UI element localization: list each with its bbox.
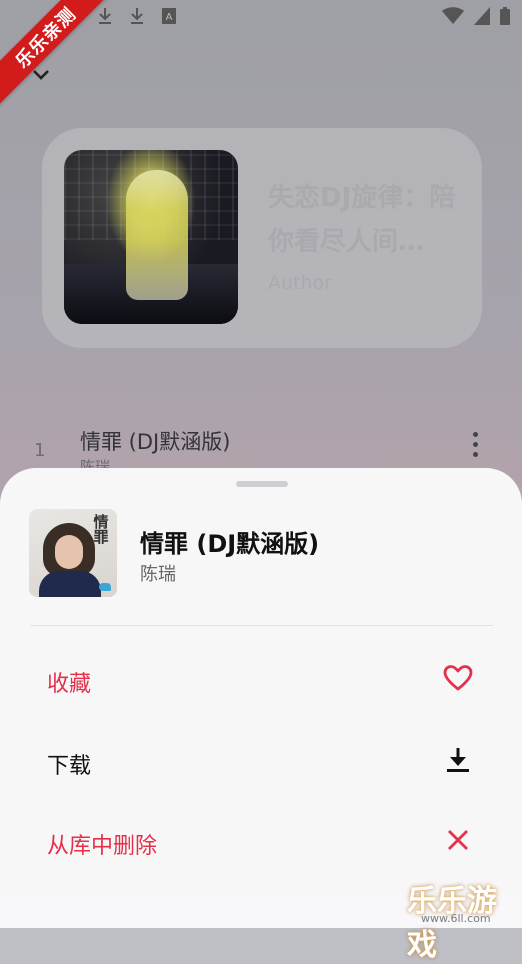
close-icon <box>440 822 476 858</box>
divider <box>30 625 493 626</box>
chevron-down-icon[interactable] <box>30 64 52 86</box>
album-title: 失恋DJ旋律：陪你看尽人间… <box>268 183 456 257</box>
wifi-icon <box>442 7 464 29</box>
remove-from-library-label: 从库中删除 <box>47 834 158 859</box>
heart-icon <box>440 660 476 696</box>
track-number: 1 <box>34 440 46 461</box>
sheet-drag-handle[interactable] <box>236 481 288 487</box>
svg-text:A: A <box>166 12 173 23</box>
track-cover-image: 情罪 <box>29 509 117 597</box>
download-label: 下载 <box>47 754 92 779</box>
cellular-signal-icon <box>474 7 490 29</box>
track-title: 情罪 (DJ默涵版) <box>80 430 231 454</box>
battery-icon <box>500 7 510 29</box>
album-author: Author <box>268 272 332 294</box>
favorite-label: 收藏 <box>47 672 92 697</box>
track-options-sheet: 情罪 情罪 (DJ默涵版) 陈瑞 收藏 下载 从库中删除 <box>0 468 522 928</box>
remove-from-library-button[interactable]: 从库中删除 <box>0 812 522 872</box>
watermark-url: www.6ll.com <box>421 912 491 925</box>
more-options-icon[interactable] <box>470 432 480 460</box>
sheet-track-title: 情罪 (DJ默涵版) <box>140 530 320 558</box>
favorite-button[interactable]: 收藏 <box>0 650 522 710</box>
download-notification-icon <box>128 7 146 25</box>
download-button[interactable]: 下载 <box>0 732 522 792</box>
cover-label: 情罪 <box>93 513 109 546</box>
app-notification-icon: A <box>160 7 178 25</box>
album-cover-image <box>64 150 238 324</box>
download-notification-icon <box>96 7 114 25</box>
sheet-track-artist: 陈瑞 <box>140 564 176 585</box>
download-icon <box>440 742 476 778</box>
